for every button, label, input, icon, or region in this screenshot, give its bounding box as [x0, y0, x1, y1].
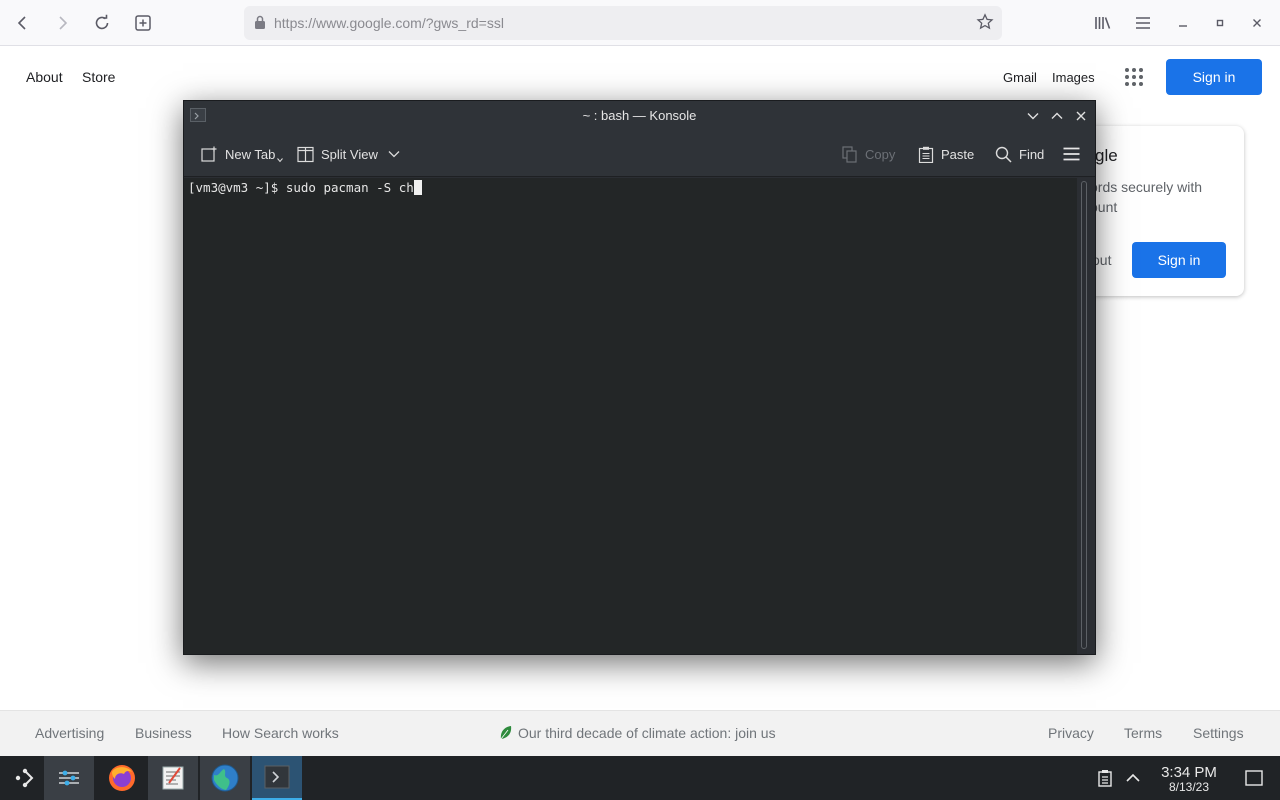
close-icon[interactable] — [1072, 107, 1090, 125]
browser-toolbar — [0, 0, 1280, 46]
copy-label: Copy — [865, 146, 896, 162]
taskbar — [0, 756, 1280, 800]
google-apps-icon[interactable] — [1125, 68, 1143, 86]
chevron-down-icon — [388, 151, 400, 158]
konsole-window-title: ~ : bash — Konsole — [582, 108, 697, 123]
store-link[interactable]: Store — [82, 69, 115, 85]
new-tab-button[interactable]: New Tab — [201, 144, 284, 164]
popup-description: ords securely with ount — [1090, 179, 1203, 215]
bookmark-star-icon[interactable] — [976, 13, 994, 36]
copy-icon — [842, 145, 857, 163]
minimize-icon[interactable] — [1170, 10, 1196, 36]
terminal-scrollbar[interactable] — [1079, 181, 1089, 649]
paste-button[interactable]: Paste — [918, 144, 974, 164]
chevron-up-icon[interactable] — [1110, 756, 1156, 800]
hamburger-menu-icon[interactable] — [1063, 144, 1087, 164]
split-view-label: Split View — [321, 146, 378, 162]
new-tab-label: New Tab — [225, 146, 276, 162]
library-icon[interactable] — [1088, 8, 1118, 38]
google-footer: Advertising Business How Search works Ou… — [0, 710, 1280, 756]
business-link[interactable]: Business — [135, 725, 192, 741]
gmail-link[interactable]: Gmail — [1003, 70, 1037, 85]
find-label: Find — [1019, 146, 1045, 162]
sign-in-popup: gle ords securely with ount out Sign in — [1080, 126, 1244, 296]
show-desktop-icon[interactable] — [1229, 756, 1279, 800]
scrollbar-thumb[interactable] — [1081, 181, 1087, 649]
about-link[interactable]: About — [26, 69, 63, 85]
clock-date[interactable]: 8/13/23 — [1156, 780, 1222, 794]
back-icon[interactable] — [8, 8, 38, 38]
sign-in-button[interactable]: Sign in — [1166, 59, 1262, 95]
chevron-down-icon — [277, 158, 284, 163]
leaf-icon — [499, 725, 513, 746]
url-input[interactable] — [274, 6, 964, 40]
paste-icon — [918, 146, 934, 163]
climate-action-link[interactable]: Our third decade of climate action: join… — [518, 725, 776, 741]
split-view-icon — [297, 146, 314, 162]
how-search-works-link[interactable]: How Search works — [222, 725, 339, 741]
konsole-toolbar: New Tab Split View Copy Paste Find — [184, 131, 1095, 177]
terminal-cursor — [413, 180, 422, 195]
terminal-area[interactable]: [vm3@vm3 ~]$ sudo pacman -S ch — [184, 178, 1077, 654]
konsole-titlebar[interactable]: ~ : bash — Konsole — [184, 101, 1095, 131]
settings-link[interactable]: Settings — [1193, 725, 1244, 741]
lock-icon[interactable] — [254, 15, 266, 35]
privacy-link[interactable]: Privacy — [1048, 725, 1094, 741]
application-launcher-icon[interactable] — [0, 756, 50, 800]
copy-button[interactable]: Copy — [842, 144, 895, 164]
popup-title: gle — [1095, 146, 1118, 165]
new-tab-icon[interactable] — [128, 8, 158, 38]
terminal-prompt: [vm3@vm3 ~]$ — [188, 180, 286, 195]
split-view-button[interactable]: Split View — [297, 144, 407, 164]
terms-link[interactable]: Terms — [1124, 725, 1162, 741]
search-icon — [995, 146, 1012, 163]
firefox-icon[interactable] — [97, 756, 147, 800]
close-icon[interactable] — [1244, 10, 1270, 36]
chevron-down-icon[interactable] — [1024, 107, 1042, 125]
chevron-up-icon[interactable] — [1048, 107, 1066, 125]
konsole-window: ~ : bash — Konsole New Tab Split View Co… — [183, 100, 1096, 655]
paste-label: Paste — [941, 146, 975, 162]
terminal-command: sudo pacman -S ch — [285, 180, 414, 195]
forward-icon[interactable] — [47, 8, 77, 38]
web-browser-icon[interactable] — [200, 756, 250, 800]
advertising-link[interactable]: Advertising — [35, 725, 104, 741]
system-settings-icon[interactable] — [44, 756, 94, 800]
konsole-icon[interactable] — [252, 756, 302, 800]
find-button[interactable]: Find — [995, 144, 1044, 164]
maximize-icon[interactable] — [1207, 10, 1233, 36]
terminal-line: [vm3@vm3 ~]$ sudo pacman -S ch — [188, 180, 422, 195]
clock-time[interactable]: 3:34 PM — [1156, 764, 1222, 781]
menu-icon[interactable] — [1128, 8, 1158, 38]
images-link[interactable]: Images — [1052, 70, 1095, 85]
text-editor-icon[interactable] — [148, 756, 198, 800]
reload-icon[interactable] — [87, 8, 117, 38]
url-bar[interactable] — [244, 6, 1002, 40]
new-tab-icon — [201, 146, 217, 162]
popup-sign-in-button[interactable]: Sign in — [1132, 242, 1226, 278]
